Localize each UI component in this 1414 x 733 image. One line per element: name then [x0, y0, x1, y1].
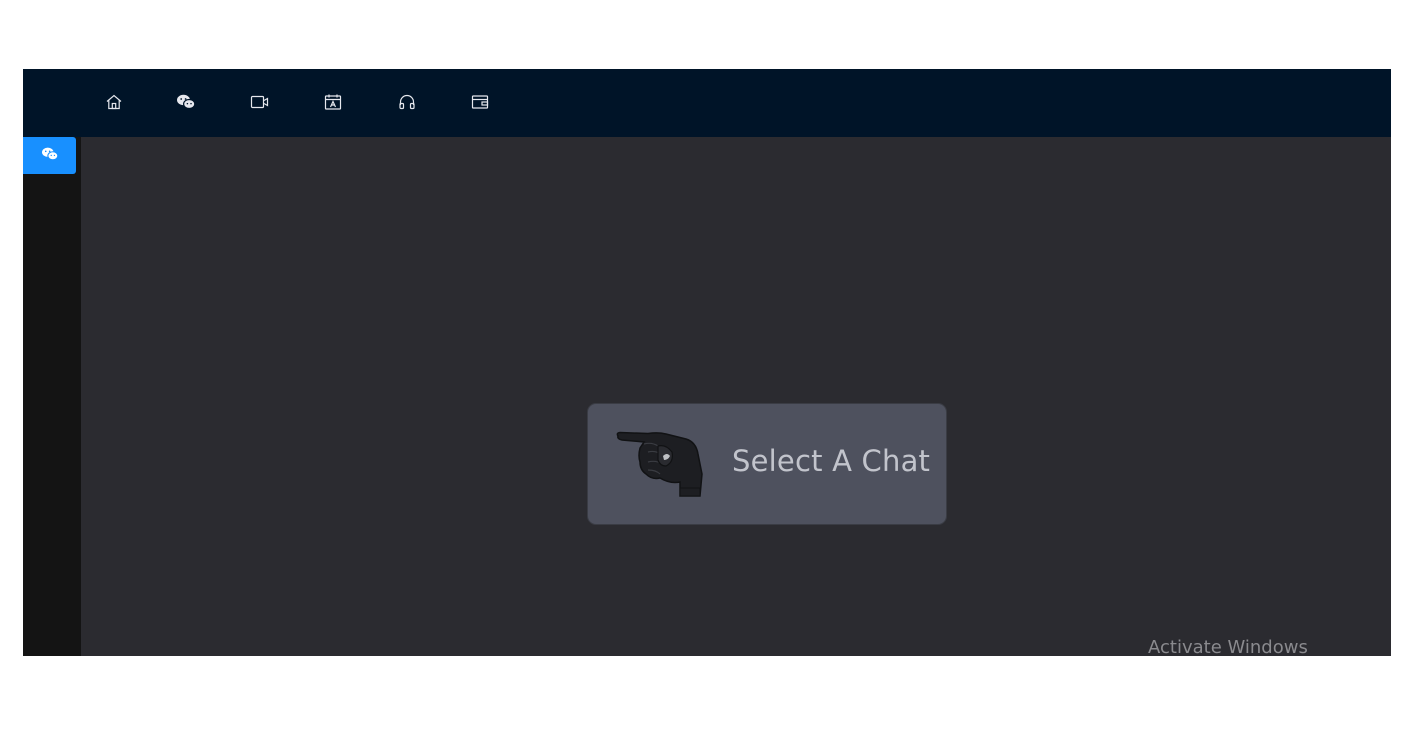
- wechat-icon[interactable]: [175, 91, 197, 113]
- chat-main-area: Select A Chat: [81, 137, 1391, 656]
- home-icon[interactable]: [103, 91, 125, 113]
- sidebar-item-chat[interactable]: [23, 137, 76, 174]
- top-navigation-bar: [23, 69, 1391, 137]
- wechat-icon: [41, 146, 59, 166]
- calendar-icon[interactable]: [322, 91, 344, 113]
- video-icon[interactable]: [249, 91, 271, 113]
- select-chat-placeholder: Select A Chat: [587, 403, 947, 525]
- headphones-icon[interactable]: [396, 91, 418, 113]
- left-sidebar: [23, 137, 81, 656]
- select-chat-label: Select A Chat: [732, 444, 931, 478]
- wallet-icon[interactable]: [469, 91, 491, 113]
- activate-windows-watermark: Activate Windows: [1148, 637, 1308, 656]
- app-window: Select A Chat: [23, 69, 1391, 656]
- pointing-hand-icon: [614, 430, 710, 500]
